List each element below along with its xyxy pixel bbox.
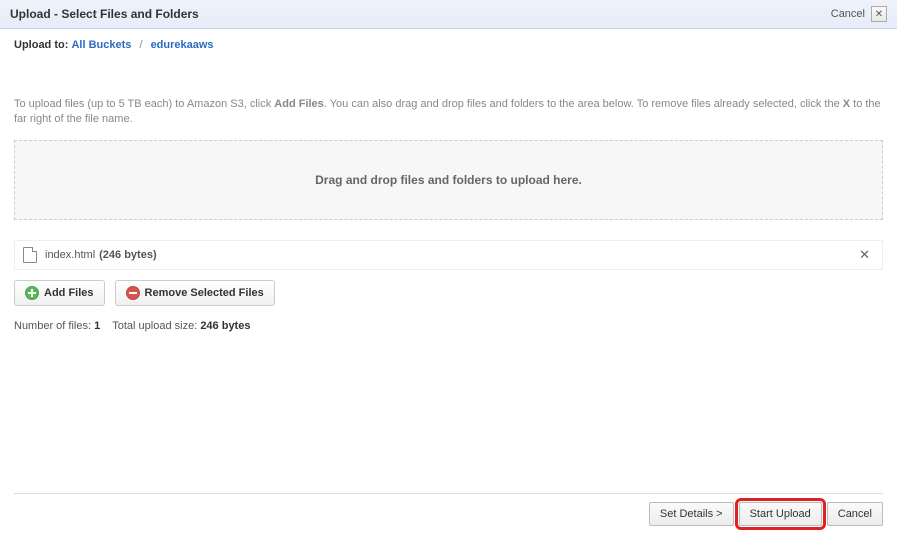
add-files-button[interactable]: Add Files	[14, 280, 105, 306]
breadcrumb-current[interactable]: edurekaaws	[151, 39, 214, 51]
action-buttons-row: Add Files Remove Selected Files	[0, 270, 897, 316]
stats-num-label: Number of files:	[14, 320, 94, 332]
dialog-title: Upload - Select Files and Folders	[10, 7, 199, 21]
stats-size-value: 246 bytes	[200, 320, 250, 332]
file-name: index.html	[45, 249, 95, 261]
stats-row: Number of files: 1 Total upload size: 24…	[0, 316, 897, 336]
breadcrumb-separator: /	[139, 39, 142, 51]
breadcrumb-label: Upload to:	[14, 39, 68, 51]
file-row: index.html (246 bytes) ✕	[15, 241, 882, 269]
instructions-part2: . You can also drag and drop files and f…	[324, 98, 843, 110]
instructions-addfiles-bold: Add Files	[274, 98, 324, 110]
dialog-header: Upload - Select Files and Folders Cancel…	[0, 0, 897, 29]
file-list: index.html (246 bytes) ✕	[14, 240, 883, 270]
remove-selected-button[interactable]: Remove Selected Files	[115, 280, 275, 306]
dropzone-text: Drag and drop files and folders to uploa…	[315, 173, 582, 187]
close-button[interactable]: ✕	[871, 6, 887, 22]
stats-size-label: Total upload size:	[112, 320, 200, 332]
cancel-button[interactable]: Cancel	[827, 502, 883, 526]
dropzone[interactable]: Drag and drop files and folders to uploa…	[14, 140, 883, 220]
file-size: (246 bytes)	[99, 249, 156, 261]
instructions-x-bold: X	[843, 98, 850, 110]
close-icon: ✕	[875, 9, 883, 20]
remove-selected-label: Remove Selected Files	[145, 287, 264, 299]
header-actions: Cancel ✕	[831, 6, 887, 22]
breadcrumb-root-link[interactable]: All Buckets	[71, 39, 131, 51]
set-details-button[interactable]: Set Details >	[649, 502, 734, 526]
remove-file-button[interactable]: ✕	[855, 247, 874, 263]
add-files-label: Add Files	[44, 287, 94, 299]
instructions-text: To upload files (up to 5 TB each) to Ama…	[0, 57, 897, 134]
breadcrumb: Upload to: All Buckets / edurekaaws	[0, 29, 897, 57]
cancel-link[interactable]: Cancel	[831, 8, 865, 20]
footer: Set Details > Start Upload Cancel	[14, 493, 883, 526]
file-icon	[23, 247, 37, 263]
stats-num-value: 1	[94, 320, 100, 332]
add-icon	[25, 286, 39, 300]
remove-icon	[126, 286, 140, 300]
instructions-part1: To upload files (up to 5 TB each) to Ama…	[14, 98, 274, 110]
start-upload-button[interactable]: Start Upload	[739, 502, 822, 526]
